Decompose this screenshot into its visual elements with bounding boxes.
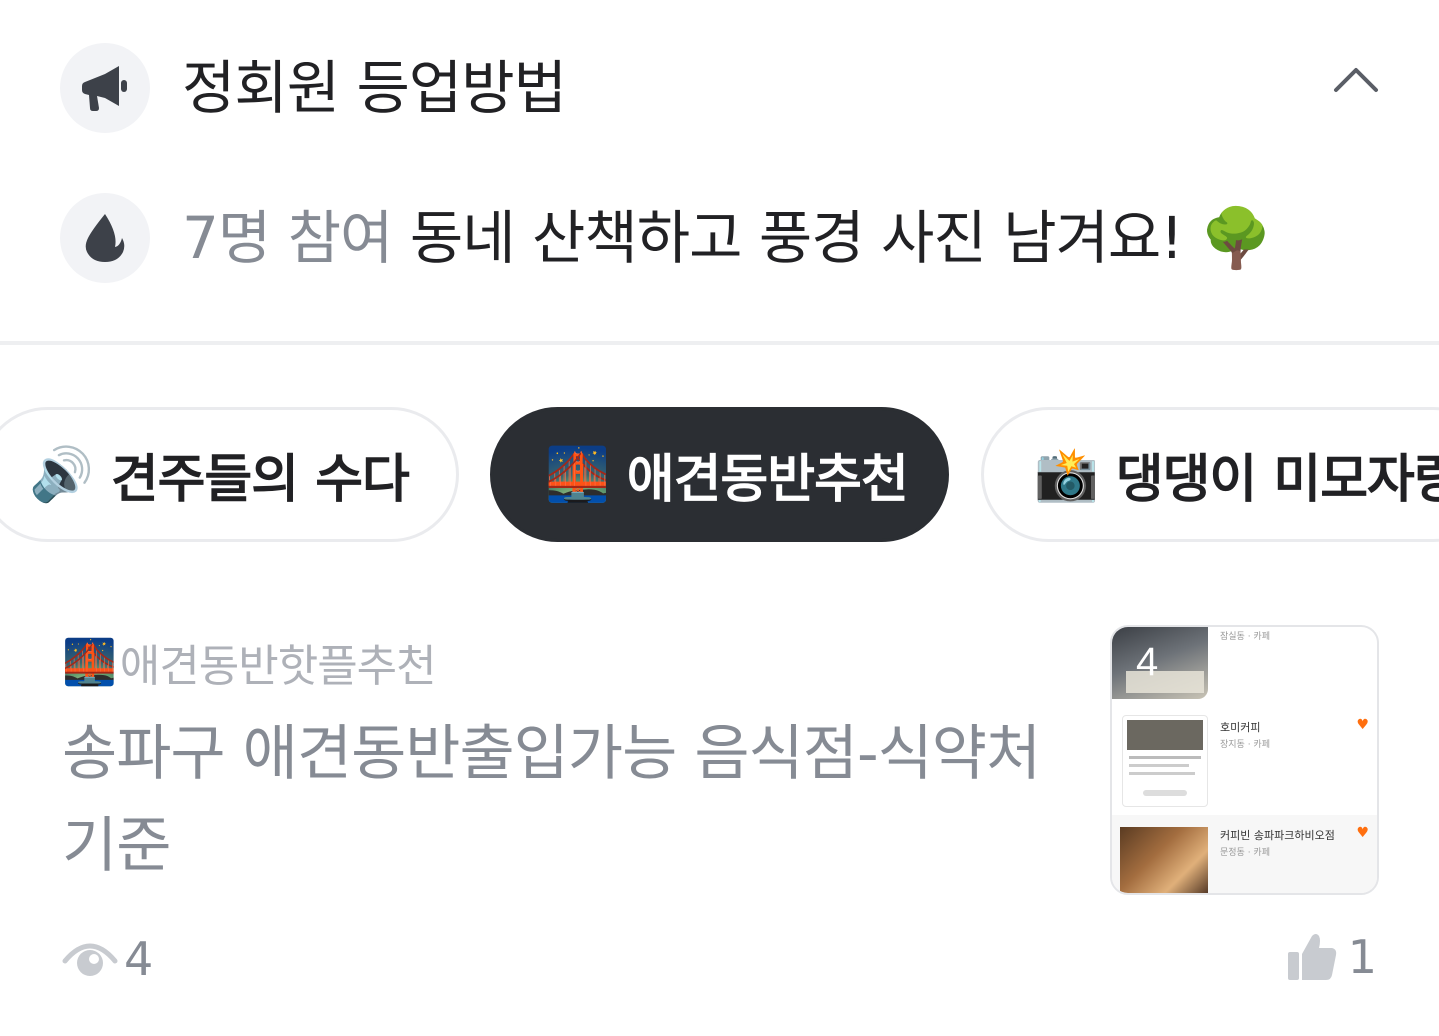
community-board-screen: 정회원 등업방법 7명 참여 동네 산책하고 풍경 사진 남겨요! 🌳 🔊 견주… [0,0,1439,1036]
thumb-screenshot [1122,715,1208,807]
thumb-item-3: 커피빈 송파파크하비오점 문정동 · 카페 ♥ [1112,815,1377,893]
thumb-cafe-photo [1120,827,1208,893]
chip-chat[interactable]: 🔊 견주들의 수다 [0,407,459,542]
post-title[interactable]: 송파구 애견동반출입가능 음식점-식약처 기준 [62,708,1062,892]
image-count-badge: 4 [1136,640,1159,684]
challenge-notice-text: 7명 참여 동네 산책하고 풍경 사진 남겨요! 🌳 [182,209,1272,267]
eye-icon [62,937,118,981]
challenge-title: 동네 산책하고 풍경 사진 남겨요! [409,204,1184,272]
participant-count: 7명 참여 [182,204,393,272]
bridge-icon: 🌉 [545,445,610,505]
view-count: 4 [62,932,153,986]
bridge-icon: 🌉 [62,637,117,688]
thumb-item2-name: 호미커피 [1220,721,1261,734]
flame-icon [60,193,150,283]
chip-label: 견주들의 수다 [110,450,410,510]
chip-pet-photos[interactable]: 📸 댕댕이 미모자랑 [981,407,1439,542]
rules-notice-row[interactable]: 정회원 등업방법 [60,43,1379,133]
megaphone-icon [60,43,150,133]
rules-notice-label: 정회원 등업방법 [182,54,567,122]
heart-icon: ♥ [1356,825,1369,841]
chip-label: 댕댕이 미모자랑 [1115,450,1439,510]
chip-pet-friendly-recommend[interactable]: 🌉 애견동반추천 [490,407,949,542]
camera-flash-icon: 📸 [1034,445,1099,505]
like-count-value: 1 [1347,930,1377,984]
thumbs-up-icon [1286,932,1338,982]
thumb-item1-sub: 잠실동 · 카페 [1220,632,1270,642]
heart-icon: ♥ [1356,717,1369,733]
challenge-notice-row[interactable]: 7명 참여 동네 산책하고 풍경 사진 남겨요! 🌳 [60,193,1379,283]
post-board-name: 🌉 애견동반핫플추천 [62,630,437,694]
chip-label: 애견동반추천 [626,450,909,510]
thumb-item3-sub: 문정동 · 카페 [1220,848,1270,858]
like-count[interactable]: 1 [1286,930,1377,984]
thumb-item2-sub: 장지동 · 카페 [1220,740,1270,750]
view-count-value: 4 [124,932,154,986]
chevron-up-icon[interactable] [1333,63,1379,97]
board-category-chips: 🔊 견주들의 수다 🌉 애견동반추천 📸 댕댕이 미모자랑 [0,407,1439,542]
thumb-item-2: 호미커피 장지동 · 카페 ♥ [1112,709,1377,815]
section-divider [0,341,1439,345]
tree-emoji: 🌳 [1199,204,1272,272]
thumb-item3-name: 커피빈 송파파크하비오점 [1220,829,1335,842]
speaker-icon: 🔊 [29,445,94,505]
board-name-label: 애견동반핫플추천 [119,641,437,692]
